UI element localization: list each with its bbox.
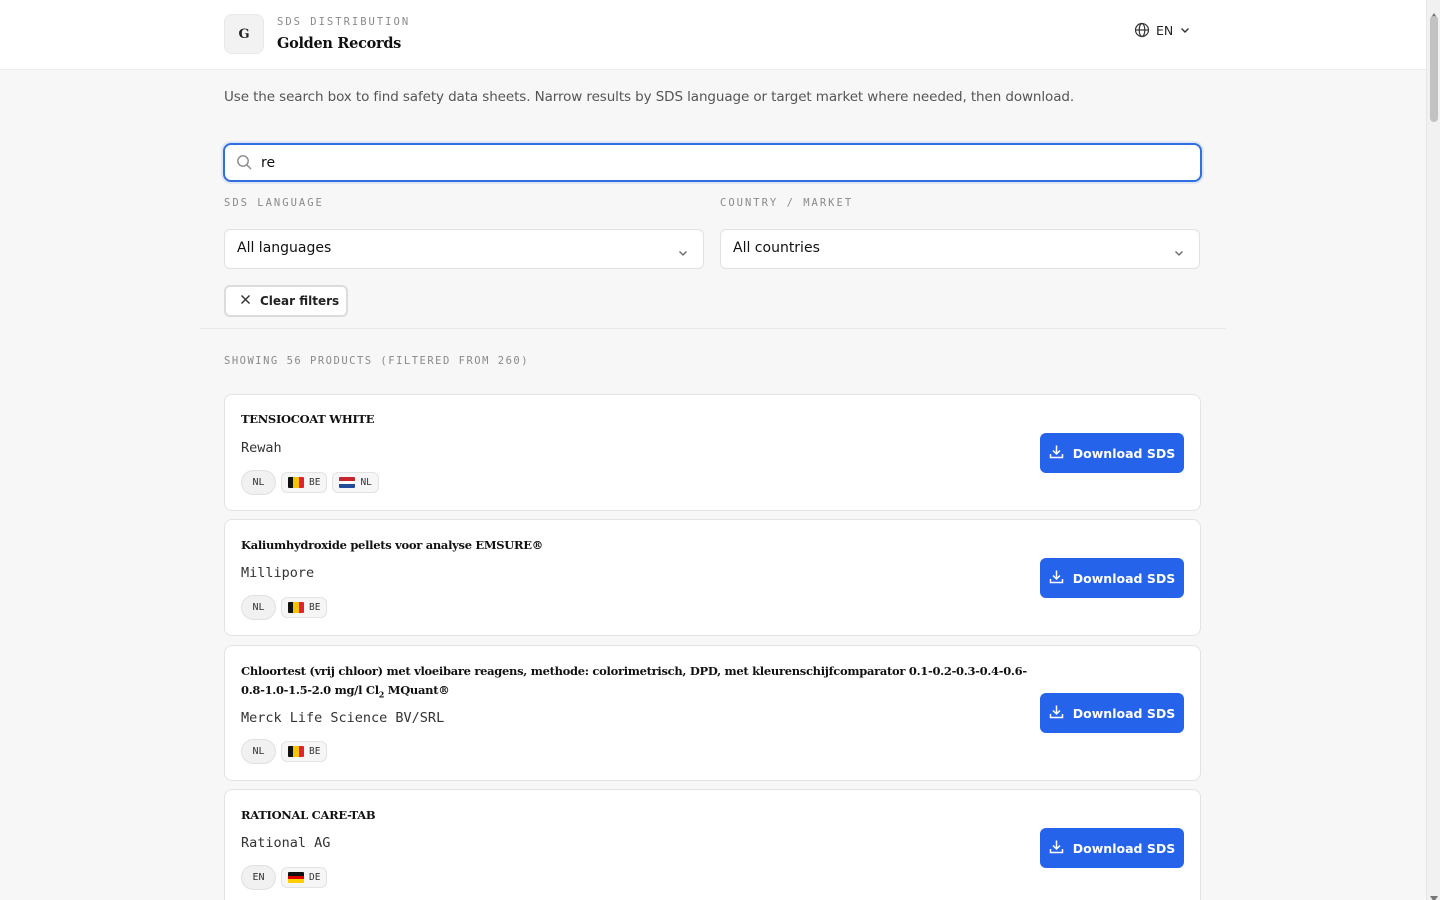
search-box[interactable]	[223, 143, 1202, 182]
language-select[interactable]: All languages	[224, 229, 704, 269]
language-tag: NL	[241, 470, 276, 495]
intro-text: Use the search box to find safety data s…	[224, 89, 1075, 105]
download-icon	[1049, 569, 1064, 587]
flag-be-icon	[288, 746, 304, 757]
close-icon	[240, 294, 251, 308]
country-tag: NL	[332, 472, 379, 493]
country-code: NL	[360, 477, 372, 488]
country-code: BE	[309, 477, 321, 488]
brand-logo[interactable]: G	[224, 14, 264, 54]
globe-icon	[1134, 22, 1150, 38]
country-code: BE	[309, 746, 321, 757]
country-tag: BE	[281, 472, 328, 493]
product-title: TENSIOCOAT WHITE	[241, 412, 375, 426]
flag-nl-icon	[339, 477, 356, 488]
product-tags: NL BE NL	[241, 470, 379, 495]
download-label: Download SDS	[1072, 705, 1176, 721]
product-maker: Rational AG	[241, 835, 331, 851]
product-card: Kaliumhydroxide pellets voor analyse EMS…	[224, 519, 1201, 636]
download-icon	[1049, 839, 1064, 857]
language-switcher[interactable]: EN	[1134, 20, 1191, 40]
product-maker: Millipore	[241, 565, 315, 581]
page-scrollbar[interactable]	[1426, 0, 1440, 900]
download-icon	[1049, 444, 1064, 462]
search-icon	[236, 154, 253, 175]
country-code: BE	[309, 602, 321, 613]
product-maker: Rewah	[241, 440, 282, 456]
chevron-down-icon	[677, 244, 689, 263]
chevron-down-icon	[1173, 244, 1185, 263]
product-card: Chloortest (vrij chloor) met vloeibare r…	[224, 645, 1201, 781]
product-tags: EN DE	[241, 865, 328, 890]
brand-name[interactable]: Golden Records	[277, 35, 401, 52]
language-filter-label: SDS LANGUAGE	[224, 197, 324, 209]
country-tag: DE	[281, 867, 328, 888]
flag-be-icon	[288, 602, 304, 613]
language-code: EN	[1156, 22, 1174, 38]
section-divider	[200, 328, 1226, 329]
flag-de-icon	[288, 872, 304, 883]
product-maker: Merck Life Science BV/SRL	[241, 710, 445, 726]
results-summary: SHOWING 56 PRODUCTS (FILTERED FROM 260)	[224, 355, 530, 367]
product-title: Chloortest (vrij chloor) met vloeibare r…	[241, 662, 1031, 704]
language-select-value: All languages	[237, 240, 332, 256]
download-icon	[1049, 704, 1064, 722]
product-tags: NL BE	[241, 595, 328, 620]
download-sds-button[interactable]: Download SDS	[1040, 828, 1184, 868]
product-title-line: MQuant®	[384, 683, 450, 697]
download-sds-button[interactable]: Download SDS	[1040, 693, 1184, 733]
brand-eyebrow: SDS DISTRIBUTION	[277, 16, 411, 28]
search-input[interactable]	[261, 151, 1181, 175]
country-select[interactable]: All countries	[720, 229, 1200, 269]
country-select-value: All countries	[733, 240, 820, 256]
language-tag: NL	[241, 595, 276, 620]
download-label: Download SDS	[1072, 840, 1176, 856]
clear-filters-label: Clear filters	[260, 294, 340, 308]
country-tag: BE	[281, 741, 328, 762]
scroll-down-arrow-icon[interactable]	[1430, 887, 1438, 900]
language-tag: NL	[241, 739, 276, 764]
product-card: RATIONAL CARE-TAB Rational AG EN DE Down…	[224, 789, 1201, 900]
product-card: TENSIOCOAT WHITE Rewah NL BE NL Download…	[224, 394, 1201, 511]
download-sds-button[interactable]: Download SDS	[1040, 558, 1184, 598]
country-tag: BE	[281, 597, 328, 618]
product-title-line: mg/l Cl	[334, 683, 380, 697]
product-title: RATIONAL CARE-TAB	[241, 808, 376, 822]
chevron-down-icon	[1179, 24, 1191, 36]
download-sds-button[interactable]: Download SDS	[1040, 433, 1184, 473]
product-title: Kaliumhydroxide pellets voor analyse EMS…	[241, 538, 543, 552]
download-label: Download SDS	[1072, 570, 1176, 586]
product-tags: NL BE	[241, 739, 328, 764]
language-tag: EN	[241, 865, 276, 890]
country-filter-label: COUNTRY / MARKET	[720, 197, 854, 209]
clear-filters-button[interactable]: Clear filters	[224, 285, 348, 317]
download-label: Download SDS	[1072, 445, 1176, 461]
scrollbar-thumb[interactable]	[1430, 16, 1438, 122]
top-header: G SDS DISTRIBUTION Golden Records EN	[0, 0, 1426, 70]
flag-be-icon	[288, 477, 304, 488]
country-code: DE	[309, 872, 321, 883]
